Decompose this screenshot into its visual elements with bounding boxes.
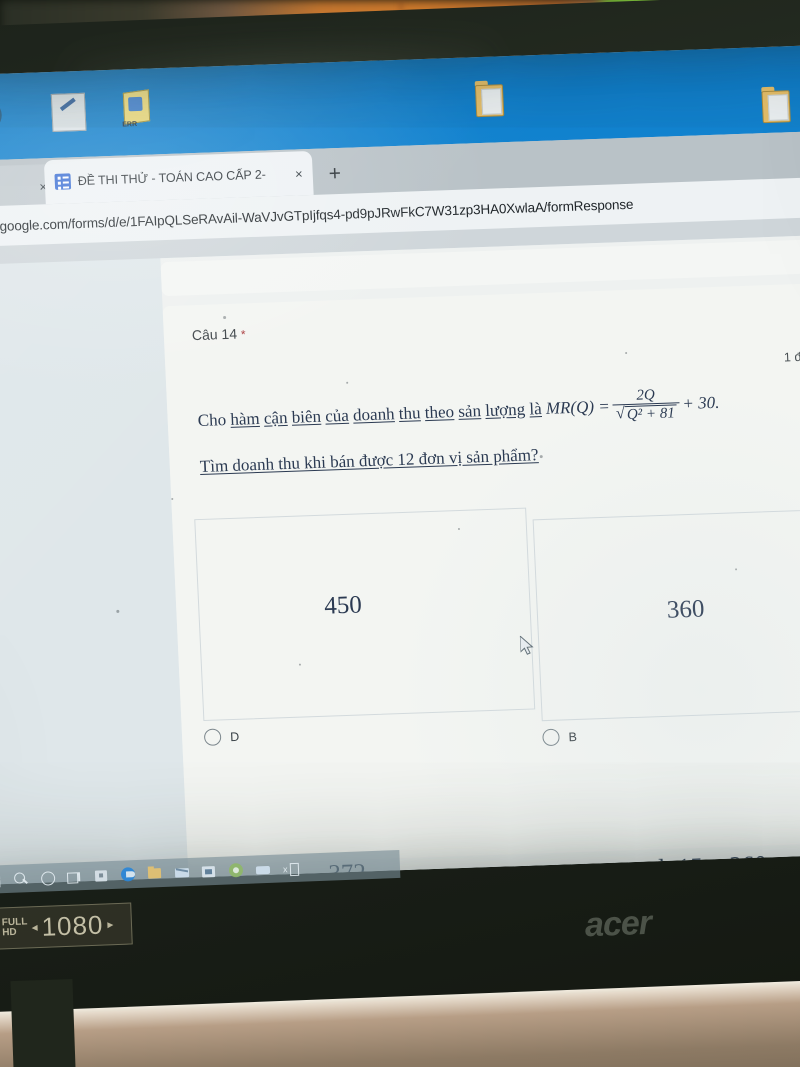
question-number: Câu 14 * (191, 325, 246, 344)
new-tab-button[interactable]: + (328, 162, 341, 186)
prompt-word: doanh (352, 403, 395, 425)
required-asterisk: * (240, 327, 246, 342)
question-text: Cho hàm cận biên của doanh thu theo sản … (197, 381, 800, 482)
monitor-stand (10, 978, 76, 1067)
radio-icon[interactable] (203, 728, 222, 746)
sticker-arrow-left-icon: ◂ (31, 920, 38, 935)
photos-icon[interactable] (201, 863, 218, 879)
question-line-1: Cho hàm cận biên của doanh thu theo sản … (197, 381, 800, 438)
tab-title: ĐỀ THI THỬ - TOÁN CAO CẤP 2- (77, 167, 267, 189)
store-icon[interactable] (94, 868, 110, 884)
sticker-hd-label: HD (2, 926, 17, 939)
start-icon[interactable] (0, 871, 1, 888)
prompt-word: sản (457, 400, 482, 421)
option-radio-2[interactable]: B (542, 728, 578, 747)
prompt-word: cận (263, 407, 288, 428)
fraction-denominator: √ Q² + 81 (613, 403, 681, 424)
dust-speck (539, 455, 543, 459)
sticker-resolution: 1080 (41, 909, 104, 942)
prompt-word: là (528, 398, 543, 418)
dust-speck (457, 527, 461, 531)
screen-area: ERR N CAO CẤP 2- × (0, 44, 800, 886)
question-points: 1 điểm (783, 349, 800, 365)
monitor-brand-logo: acer (584, 903, 652, 945)
option-radio-1[interactable]: D (203, 728, 240, 746)
error-icon-label: ERR (122, 120, 138, 129)
question-line-2: Tìm doanh thu khi bán được 12 đơn vị sản… (199, 430, 800, 482)
dust-speck (346, 381, 349, 384)
formula-tail: + 30. (681, 392, 720, 413)
forms-icon (54, 173, 72, 190)
full-hd-sticker: FULL HD ◂ 1080 ▸ (0, 902, 133, 950)
edge-icon[interactable] (120, 866, 137, 883)
prompt-word: biên (291, 406, 322, 427)
option-value: 360 (666, 595, 705, 624)
browser-icon[interactable] (228, 862, 245, 878)
dust-speck (735, 568, 738, 571)
dust-speck (298, 663, 301, 666)
prompt-word: hàm (229, 408, 261, 429)
mail-icon[interactable] (174, 865, 191, 881)
question-card: Câu 14 * 1 điểm Cho hàm cận biên của doa… (162, 282, 800, 886)
dust-speck (116, 609, 120, 613)
task-view-icon[interactable] (66, 869, 83, 885)
prompt-word: theo (424, 401, 455, 422)
screen-surface: ERR N CAO CẤP 2- × (0, 44, 800, 886)
formula-lhs: MR(Q) = (545, 396, 611, 418)
close-icon[interactable]: × (295, 166, 303, 181)
fraction-numerator: 2Q (636, 387, 656, 404)
dust-speck (625, 352, 628, 355)
sqrt-icon: √ Q² + 81 (615, 404, 678, 424)
option-value: 450 (323, 591, 363, 620)
option-letter: B (568, 729, 578, 744)
question-number-label: Câu 14 (191, 325, 238, 344)
option-letter: D (229, 729, 240, 744)
excel-icon[interactable]: x (283, 860, 300, 876)
prompt-word: Cho (197, 409, 227, 430)
error-icon[interactable]: ERR (121, 89, 157, 131)
file-explorer-icon[interactable] (147, 865, 164, 882)
prompt-word: của (324, 405, 350, 426)
photograph-of-monitor: ERR N CAO CẤP 2- × (0, 0, 800, 1067)
dust-speck (223, 315, 227, 320)
url-text: https://docs.google.com/forms/d/e/1FAIpQ… (0, 196, 634, 236)
dust-speck (171, 497, 174, 500)
prompt-line-2: Tìm doanh thu khi bán được 12 đơn vị sản… (199, 445, 539, 476)
cortana-icon[interactable] (40, 870, 56, 886)
option-box-1[interactable] (194, 507, 536, 722)
sticker-arrow-right-icon: ▸ (107, 917, 114, 932)
formula-fraction: 2Q √ Q² + 81 (612, 386, 681, 424)
search-icon[interactable] (13, 871, 29, 887)
notepad-icon[interactable] (50, 92, 87, 132)
radio-icon[interactable] (542, 728, 560, 747)
prompt-word: thu (398, 402, 421, 423)
shortcut-icon[interactable] (0, 99, 3, 135)
prompt-word: lượng (484, 399, 526, 420)
radicand: Q² + 81 (624, 404, 678, 424)
form-page: Câu 14 * 1 điểm Cho hàm cận biên của doa… (0, 233, 800, 886)
media-icon[interactable] (255, 861, 272, 877)
